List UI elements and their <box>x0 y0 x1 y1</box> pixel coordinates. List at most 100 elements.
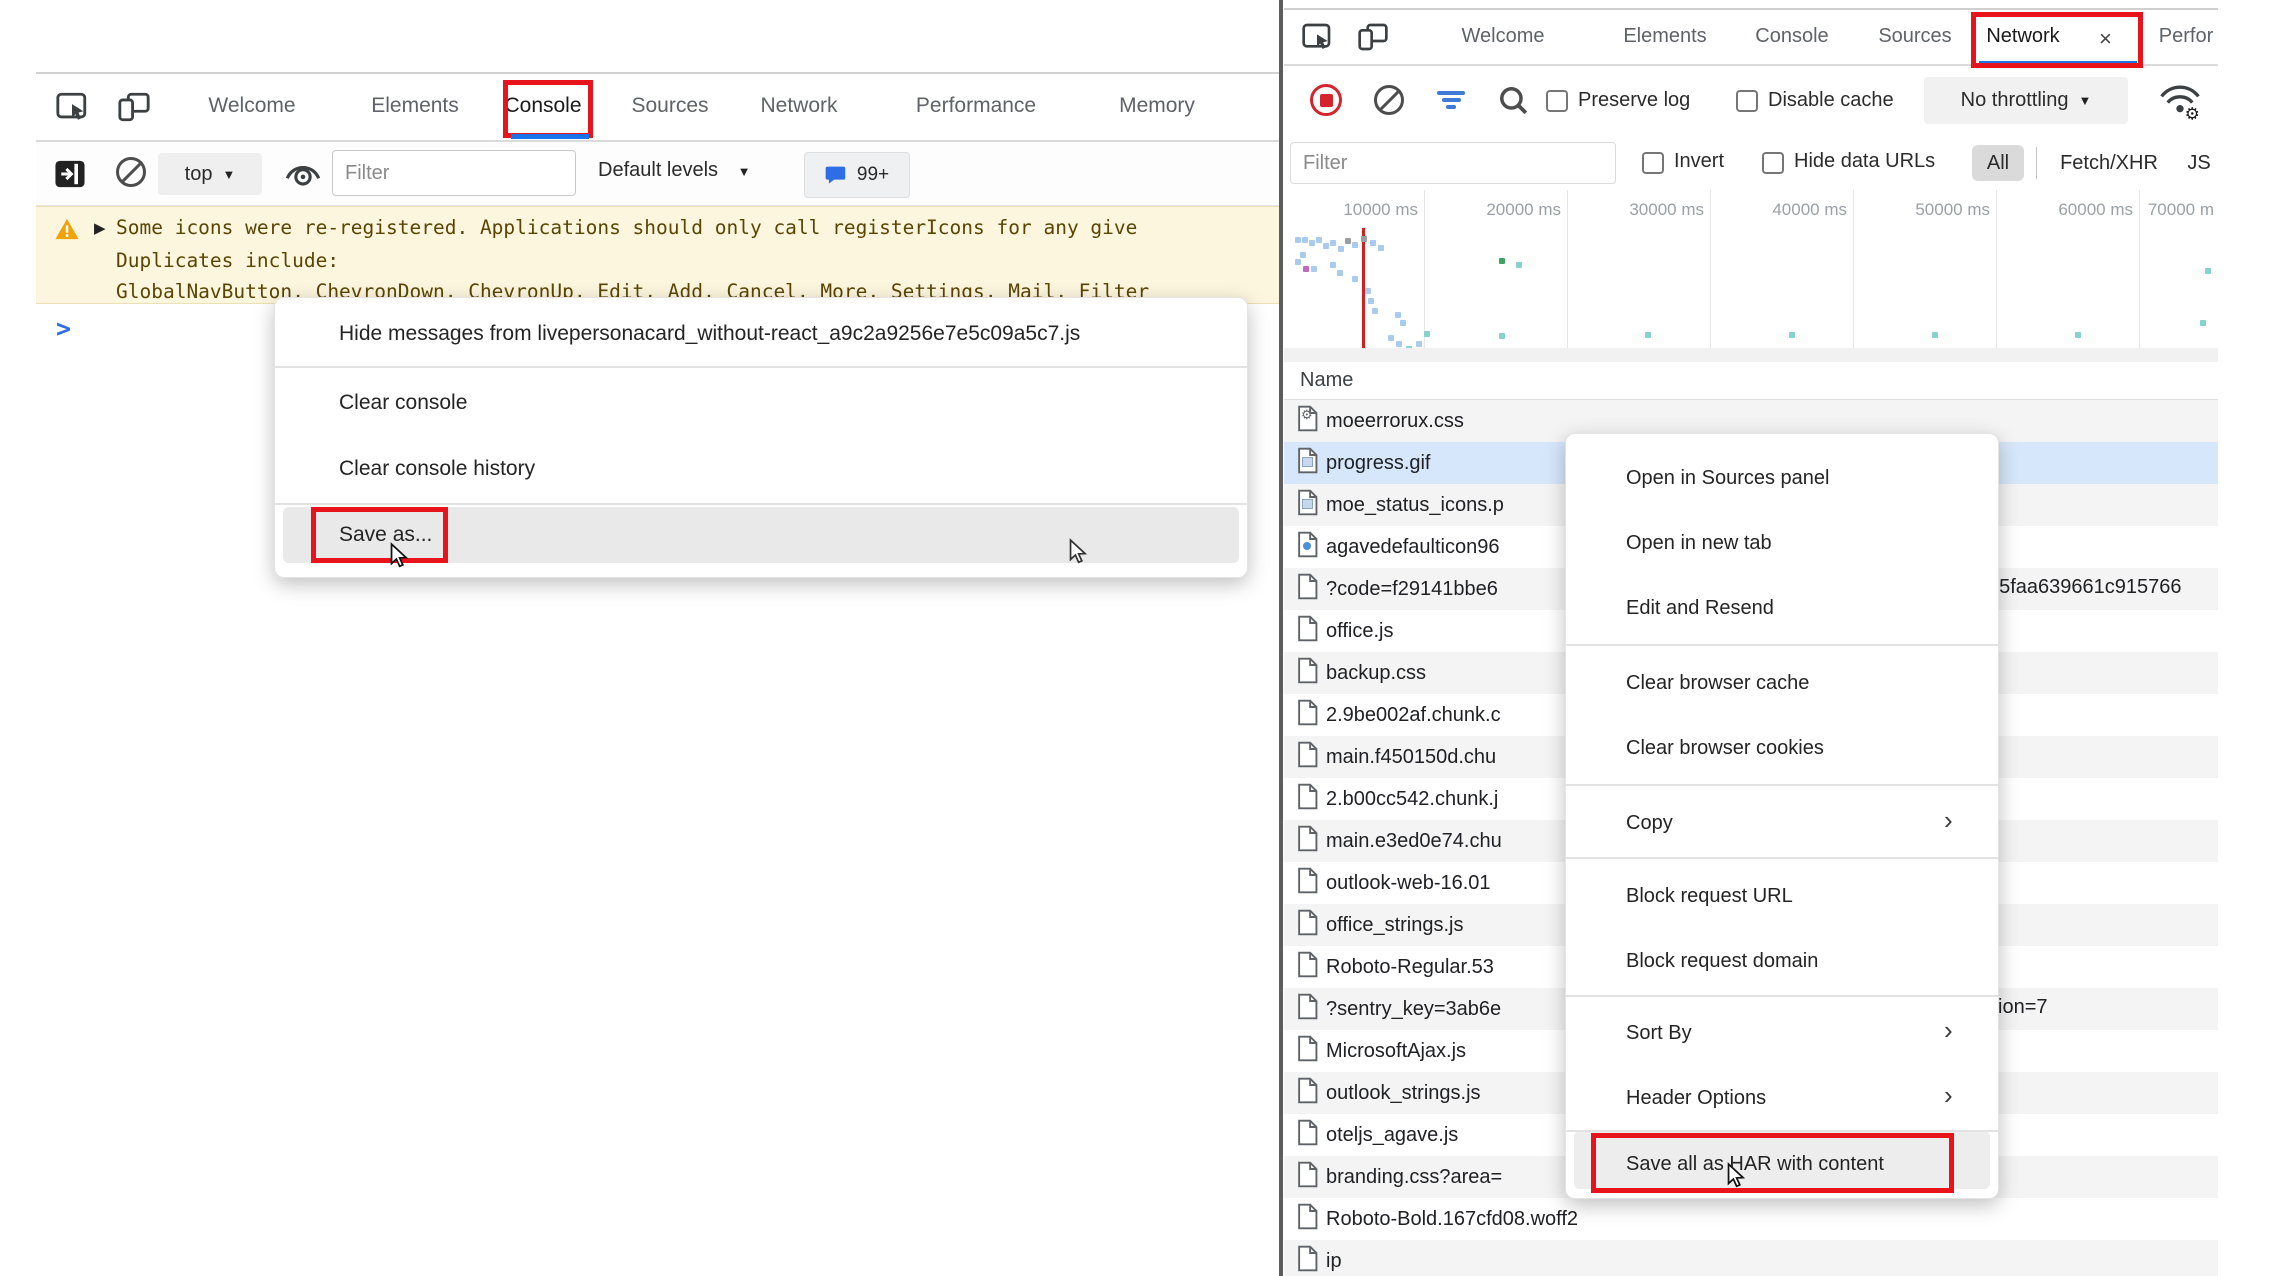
waterfall-request-dot <box>1295 259 1301 265</box>
live-expression-eye-icon[interactable] <box>282 158 324 190</box>
record-network-log-icon[interactable] <box>1310 84 1342 116</box>
device-toolbar-icon[interactable] <box>116 90 152 124</box>
network-conditions-icon[interactable]: ⚙ <box>2156 80 2204 122</box>
menu-item-sort-by[interactable]: Sort By <box>1566 1001 1998 1065</box>
issues-badge[interactable]: 99+ <box>804 152 910 198</box>
request-name: oteljs_agave.js <box>1326 1124 1458 1147</box>
timeline-gridline <box>2139 190 2140 348</box>
tab-elements[interactable]: Elements <box>1623 25 1706 48</box>
console-prompt-chevron[interactable]: > <box>56 314 71 343</box>
tab-sources[interactable]: Sources <box>631 94 708 118</box>
timeline-gridline <box>1424 190 1425 348</box>
image-file-dot-icon <box>1296 531 1318 564</box>
chevron-down-icon: ▼ <box>2078 93 2091 108</box>
request-name: 2.b00cc542.chunk.j <box>1326 788 1498 811</box>
console-sidebar-icon[interactable] <box>52 158 88 190</box>
waterfall-request-dot <box>1499 258 1505 264</box>
request-type-filter-all[interactable]: All <box>1972 145 2024 181</box>
timeline-tick-label: 30000 ms <box>1629 200 1704 220</box>
tab-elements[interactable]: Elements <box>371 94 459 118</box>
console-warning-message: ▶ Some icons were re-registered. Applica… <box>36 206 1281 304</box>
waterfall-request-dot <box>1352 242 1358 248</box>
network-filter-bar: Invert Hide data URLs AllFetch/XHRJSC <box>1284 135 2218 191</box>
tab-console[interactable]: Console <box>1755 25 1828 48</box>
disable-cache-checkbox[interactable] <box>1736 90 1758 112</box>
submenu-chevron-right-icon: › <box>1944 1015 1953 1046</box>
waterfall-request-dot <box>1295 237 1301 243</box>
invert-checkbox[interactable] <box>1642 152 1664 174</box>
expand-triangle-icon[interactable]: ▶ <box>94 219 106 237</box>
menu-item-open-in-new-tab[interactable]: Open in new tab <box>1566 511 1998 575</box>
waterfall-request-dot <box>1338 246 1344 252</box>
screenshot-canvas: Welcome Elements Console Sources Network Perf… <box>0 0 2286 1276</box>
request-name: branding.css?area= <box>1326 1166 1502 1189</box>
menu-item-copy[interactable]: Copy <box>1566 791 1998 855</box>
inspect-element-icon[interactable] <box>1300 21 1334 53</box>
menu-item-clear-browser-cache[interactable]: Clear browser cache <box>1566 651 1998 715</box>
context-selector[interactable]: top ▼ <box>158 153 262 195</box>
request-name: ?sentry_key=3ab6e <box>1326 998 1501 1021</box>
waterfall-request-dot <box>1378 245 1384 251</box>
console-tab-active-indicator <box>511 134 589 139</box>
tab-sources[interactable]: Sources <box>1878 25 1951 48</box>
menu-item-block-request-url[interactable]: Block request URL <box>1566 864 1998 928</box>
clear-console-icon[interactable] <box>116 157 146 187</box>
clear-network-log-icon[interactable] <box>1374 85 1404 115</box>
request-name: Roboto-Regular.53 <box>1326 956 1494 979</box>
timeline-tick-label: 60000 ms <box>2058 200 2133 220</box>
mouse-cursor <box>385 542 411 570</box>
timeline-tick-label: 40000 ms <box>1772 200 1847 220</box>
search-icon[interactable] <box>1496 83 1530 117</box>
network-overview-timeline[interactable]: 10000 ms20000 ms30000 ms40000 ms50000 ms… <box>1284 190 2218 349</box>
menu-item-block-request-domain[interactable]: Block request domain <box>1566 929 1998 993</box>
annotation-redbox-save-as <box>311 507 448 563</box>
waterfall-request-dot <box>1499 333 1505 339</box>
device-toolbar-icon[interactable] <box>1356 21 1390 53</box>
right-devtools-panel: WelcomeElementsConsoleSourcesNetworkPerf… <box>1284 0 2218 1276</box>
request-type-filter-c[interactable]: C <box>2215 145 2218 181</box>
timeline-tick-label: 10000 ms <box>1343 200 1418 220</box>
tab-welcome[interactable]: Welcome <box>208 94 295 118</box>
tab-perfor[interactable]: Perfor <box>2159 25 2213 48</box>
request-type-filter-js[interactable]: JS <box>2184 145 2214 181</box>
console-filter-input[interactable] <box>332 150 576 196</box>
menu-item-clear-console[interactable]: Clear console <box>275 372 1247 434</box>
filter-icon[interactable] <box>1436 88 1466 112</box>
file-icon <box>1296 867 1318 900</box>
menu-item-edit-and-resend[interactable]: Edit and Resend <box>1566 576 1998 640</box>
tab-memory[interactable]: Memory <box>1119 94 1195 118</box>
waterfall-request-dot <box>1303 266 1309 272</box>
tab-welcome[interactable]: Welcome <box>1462 25 1545 48</box>
menu-separator <box>1566 1130 1998 1132</box>
menu-item-hide-messages-from-livepersonacard-without-react-a9c2a9256e7e5c09a5c7-js[interactable]: Hide messages from livepersonacard_witho… <box>275 306 1247 362</box>
throttling-dropdown[interactable]: No throttling ▼ <box>1924 77 2128 124</box>
preserve-log-checkbox[interactable] <box>1546 90 1568 112</box>
name-column-header-label: Name <box>1300 369 1353 392</box>
default-levels-label: Default levels <box>598 159 718 181</box>
tab-performance[interactable]: Performance <box>916 94 1036 118</box>
waterfall-request-dot <box>1516 262 1522 268</box>
inspect-element-icon[interactable] <box>54 90 90 124</box>
menu-item-clear-browser-cookies[interactable]: Clear browser cookies <box>1566 716 1998 780</box>
name-column-header[interactable]: Name <box>1284 362 2218 400</box>
timeline-gridline <box>1710 190 1711 348</box>
waterfall-request-dot <box>2200 320 2206 326</box>
tab-network[interactable]: Network <box>760 94 837 118</box>
request-name: office.js <box>1326 620 1393 643</box>
file-icon <box>1296 1035 1318 1068</box>
network-toolbar: Preserve log Disable cache No throttling… <box>1284 66 2218 136</box>
request-type-filter-fetchxhr[interactable]: Fetch/XHR <box>2054 145 2164 181</box>
default-levels-dropdown[interactable]: Default levels ▼ <box>598 159 751 182</box>
menu-item-header-options[interactable]: Header Options <box>1566 1066 1998 1130</box>
file-icon <box>1296 657 1318 690</box>
waterfall-request-dot <box>1370 240 1376 246</box>
waterfall-request-dot <box>1302 237 1308 243</box>
submenu-chevron-right-icon: › <box>1944 805 1953 836</box>
timeline-scroll-strip[interactable] <box>1284 348 2218 363</box>
table-row[interactable]: ip <box>1284 1240 2218 1276</box>
menu-item-clear-console-history[interactable]: Clear console history <box>275 438 1247 500</box>
network-filter-input[interactable] <box>1290 142 1616 184</box>
hide-data-urls-checkbox[interactable] <box>1762 152 1784 174</box>
menu-item-open-in-sources-panel[interactable]: Open in Sources panel <box>1566 446 1998 510</box>
table-row[interactable]: Roboto-Bold.167cfd08.woff2 <box>1284 1198 2218 1240</box>
